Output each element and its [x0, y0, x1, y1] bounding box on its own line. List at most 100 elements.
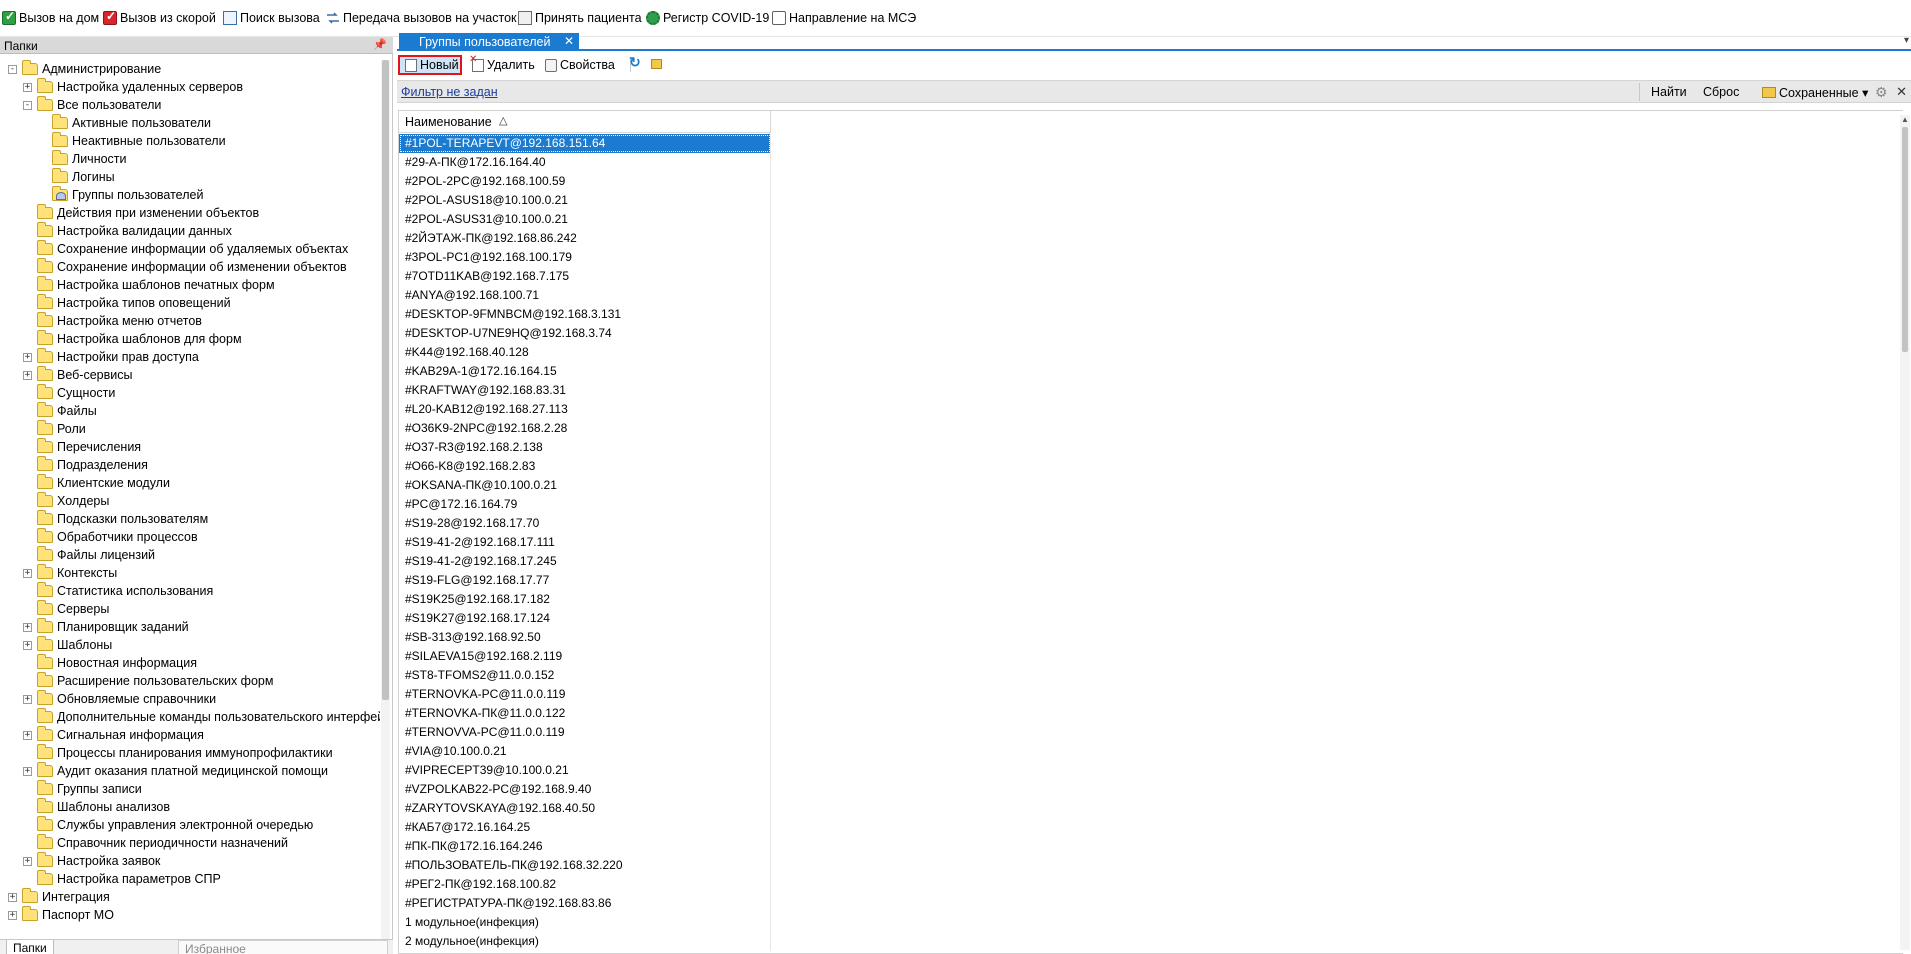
table-row[interactable]: #DESKTOP-U7NE9HQ@192.168.3.74	[399, 324, 771, 343]
table-row[interactable]: #S19K27@192.168.17.124	[399, 609, 771, 628]
tree-item[interactable]: Обработчики процессов	[23, 528, 198, 546]
table-row[interactable]: #VZPOLKAB22-PC@192.168.9.40	[399, 780, 771, 799]
table-row[interactable]: #S19-FLG@192.168.17.77	[399, 571, 771, 590]
tree-item[interactable]: + Настройка заявок	[23, 852, 160, 870]
tree-item[interactable]: Службы управления электронной очередью	[23, 816, 313, 834]
close-tab-icon[interactable]: ✕	[564, 34, 574, 48]
tree-item[interactable]: Сущности	[23, 384, 115, 402]
grid-scrollbar[interactable]: ▲	[1900, 115, 1910, 950]
refresh-icon[interactable]: ↻	[629, 54, 641, 71]
tree-item[interactable]: Файлы лицензий	[23, 546, 155, 564]
tree-item[interactable]: + Настройки прав доступа	[23, 348, 199, 366]
tree-item[interactable]: Настройка параметров СПР	[23, 870, 221, 888]
export-icon[interactable]	[651, 59, 662, 69]
table-row[interactable]: #O36K9-2NPC@192.168.2.28	[399, 419, 771, 438]
table-row[interactable]: #РЕГ2-ПК@192.168.100.82	[399, 875, 771, 894]
table-row[interactable]: #2POL-2PC@192.168.100.59	[399, 172, 771, 191]
pin-icon[interactable]: 📌	[373, 38, 387, 51]
table-row[interactable]: #VIA@10.100.0.21	[399, 742, 771, 761]
table-row[interactable]: #O66-K8@192.168.2.83	[399, 457, 771, 476]
tree-item[interactable]: Справочник периодичности назначений	[23, 834, 288, 852]
tree-item[interactable]: + Аудит оказания платной медицинской помо…	[23, 762, 328, 780]
table-row[interactable]: #TERNOVVA-PC@11.0.0.119	[399, 723, 771, 742]
tree-item[interactable]: Файлы	[23, 402, 97, 420]
tree-item[interactable]: Подразделения	[23, 456, 148, 474]
tree-item[interactable]: Личности	[38, 150, 127, 168]
expand-icon[interactable]: +	[23, 82, 32, 92]
tree-item[interactable]: + Настройка удаленных серверов	[23, 78, 243, 96]
tree-item[interactable]: Процессы планирования иммунопрофилактики	[23, 744, 333, 762]
table-row[interactable]: #S19-41-2@192.168.17.245	[399, 552, 771, 571]
saved-filters-button[interactable]: Сохраненные ▾	[1762, 85, 1868, 100]
tree-item[interactable]: Логины	[38, 168, 115, 186]
tree-item[interactable]: + Обновляемые справочники	[23, 690, 216, 708]
table-row[interactable]: #TERNOVKA-ПК@11.0.0.122	[399, 704, 771, 723]
expand-icon[interactable]: +	[23, 568, 32, 578]
expand-icon[interactable]: +	[23, 370, 32, 380]
folder-tree-scrollbar[interactable]	[381, 60, 390, 946]
tree-item[interactable]: Группы пользователей	[38, 186, 203, 204]
table-row[interactable]: 1 модульное(инфекция)	[399, 913, 771, 932]
tree-item[interactable]: Группы записи	[23, 780, 142, 798]
table-row[interactable]: #SILAEVA15@192.168.2.119	[399, 647, 771, 666]
table-row[interactable]: #29-А-ПК@172.16.164.40	[399, 153, 771, 172]
tree-item[interactable]: + Контексты	[23, 564, 117, 582]
filter-settings-icon[interactable]: ⚙	[1875, 84, 1888, 101]
expand-icon[interactable]: +	[23, 856, 32, 866]
tree-item[interactable]: Настройка меню отчетов	[23, 312, 202, 330]
table-row[interactable]: #S19-28@192.168.17.70	[399, 514, 771, 533]
scrollbar-thumb[interactable]	[382, 60, 389, 700]
tree-item[interactable]: Действия при изменении объектов	[23, 204, 259, 222]
transfer-calls-button[interactable]: Передача вызовов на участок	[326, 9, 517, 27]
tree-item[interactable]: Новостная информация	[23, 654, 197, 672]
tree-item[interactable]: Холдеры	[23, 492, 109, 510]
tree-item[interactable]: Подсказки пользователям	[23, 510, 208, 528]
expand-icon[interactable]: +	[23, 622, 32, 632]
tree-item[interactable]: + Шаблоны	[23, 636, 112, 654]
table-row[interactable]: #KAB29A-1@172.16.164.15	[399, 362, 771, 381]
tree-item[interactable]: Дополнительные команды пользовательского…	[23, 708, 380, 726]
column-header-name[interactable]: Наименование △	[399, 111, 771, 133]
close-filter-icon[interactable]: ✕	[1896, 84, 1907, 100]
table-row[interactable]: #OKSANA-ПК@10.100.0.21	[399, 476, 771, 495]
table-row[interactable]: #ANYA@192.168.100.71	[399, 286, 771, 305]
tree-item[interactable]: + Планировщик заданий	[23, 618, 189, 636]
tree-item[interactable]: Активные пользователи	[38, 114, 211, 132]
table-row[interactable]: #ZARYTOVSKAYA@192.168.40.50	[399, 799, 771, 818]
tree-item[interactable]: + Паспорт МО	[8, 906, 114, 924]
table-row[interactable]: #7OTD11KAB@192.168.7.175	[399, 267, 771, 286]
properties-button[interactable]: Свойства	[545, 55, 615, 75]
tree-item[interactable]: Настройка валидации данных	[23, 222, 232, 240]
tree-item[interactable]: - Все пользователи	[23, 96, 161, 114]
tree-item[interactable]: Неактивные пользователи	[38, 132, 226, 150]
table-row[interactable]: #ПОЛЬЗОВАТЕЛЬ-ПК@192.168.32.220	[399, 856, 771, 875]
table-row[interactable]: #K44@192.168.40.128	[399, 343, 771, 362]
tree-item[interactable]: Клиентские модули	[23, 474, 170, 492]
tree-item[interactable]: Перечисления	[23, 438, 141, 456]
tab-folders[interactable]: Папки	[6, 940, 54, 954]
new-button[interactable]: Новый	[398, 55, 462, 75]
tree-item[interactable]: - Администрирование	[8, 60, 161, 78]
expand-icon[interactable]: +	[23, 640, 32, 650]
tree-item[interactable]: Шаблоны анализов	[23, 798, 170, 816]
tree-item[interactable]: Сохранение информации об изменении объек…	[23, 258, 347, 276]
tree-item[interactable]: Настройка типов оповещений	[23, 294, 231, 312]
scroll-up-icon[interactable]: ▲	[1901, 115, 1909, 124]
tree-item[interactable]: + Интеграция	[8, 888, 110, 906]
tree-item[interactable]: + Веб-сервисы	[23, 366, 132, 384]
mse-referral-button[interactable]: Направление на МСЭ	[772, 9, 916, 27]
expand-icon[interactable]: +	[23, 766, 32, 776]
table-row[interactable]: #3POL-PC1@192.168.100.179	[399, 248, 771, 267]
find-button[interactable]: Найти	[1651, 85, 1687, 99]
reset-button[interactable]: Сброс	[1703, 85, 1739, 99]
home-call-button[interactable]: Вызов на дом	[2, 9, 99, 27]
collapse-icon[interactable]: -	[23, 100, 32, 110]
expand-icon[interactable]: +	[23, 730, 32, 740]
table-row[interactable]: #1POL-TERAPEVT@192.168.151.64	[399, 134, 771, 153]
table-row[interactable]: #SB-313@192.168.92.50	[399, 628, 771, 647]
table-row[interactable]: #РЕГИСТРАТУРА-ПК@192.168.83.86	[399, 894, 771, 913]
table-row[interactable]: #S19K25@192.168.17.182	[399, 590, 771, 609]
collapse-icon[interactable]: -	[8, 64, 17, 74]
table-row[interactable]: #VIPRECEPT39@10.100.0.21	[399, 761, 771, 780]
table-row[interactable]: #DESKTOP-9FMNBCM@192.168.3.131	[399, 305, 771, 324]
